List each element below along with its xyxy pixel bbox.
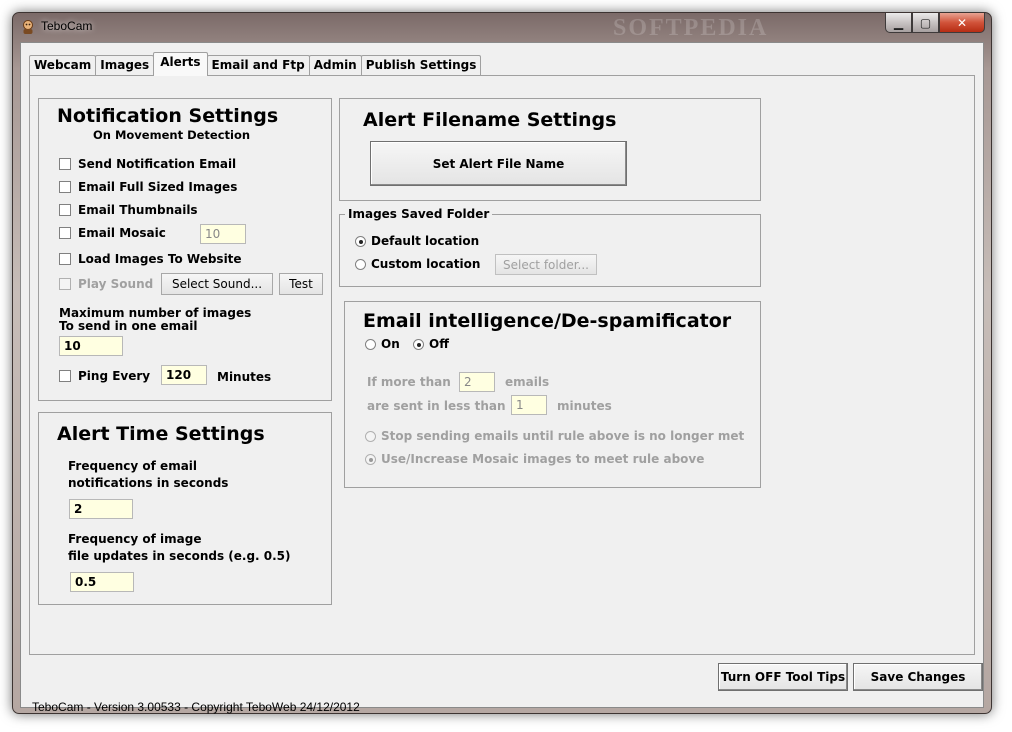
app-window: TeboCam SOFTPEDIA ▁ ▢ ✕ Webcam Images Al… — [12, 12, 992, 714]
if-more-than-label: If more than — [367, 375, 451, 389]
checkbox-box — [59, 370, 71, 382]
email-mosaic-count-input[interactable]: 10 — [200, 224, 246, 244]
maximize-button[interactable]: ▢ — [912, 13, 939, 33]
radio-dot — [365, 338, 376, 350]
send-notification-email-checkbox[interactable]: Send Notification Email — [59, 157, 236, 171]
minimize-icon: ▁ — [893, 15, 904, 30]
tab-images[interactable]: Images — [95, 55, 155, 75]
test-sound-button[interactable]: Test — [279, 273, 323, 295]
max-images-input[interactable]: 10 — [59, 336, 123, 356]
watermark: SOFTPEDIA — [613, 15, 769, 41]
custom-location-label: Custom location — [371, 257, 481, 271]
send-notification-email-label: Send Notification Email — [78, 157, 237, 171]
max-images-label-line-2: To send in one email — [59, 319, 198, 333]
save-changes-button[interactable]: Save Changes — [853, 663, 983, 691]
image-frequency-label-line-2: file updates in seconds (e.g. 0.5) — [68, 549, 291, 563]
minutes-label: minutes — [557, 399, 612, 413]
checkbox-box — [59, 278, 71, 290]
checkbox-box — [59, 253, 71, 265]
alert-time-settings-group: Alert Time Settings Frequency of email n… — [38, 412, 332, 605]
alert-filename-settings-group: Alert Filename Settings Set Alert File N… — [339, 98, 761, 201]
tab-strip: Webcam Images Alerts Email and Ftp Admin… — [29, 52, 482, 76]
ping-interval-input[interactable]: 120 — [161, 365, 207, 385]
radio-dot — [365, 453, 376, 465]
load-images-to-website-label: Load Images To Website — [78, 252, 242, 266]
notification-settings-group: Notification Settings On Movement Detect… — [38, 98, 332, 401]
intelligence-off-radio[interactable]: Off — [413, 337, 449, 351]
email-frequency-label-line-2: notifications in seconds — [68, 476, 229, 490]
default-location-radio[interactable]: Default location — [355, 234, 479, 248]
increase-mosaic-label: Use/Increase Mosaic images to meet rule … — [381, 452, 705, 466]
select-folder-button[interactable]: Select folder... — [495, 254, 597, 275]
notification-subtitle: On Movement Detection — [93, 128, 251, 142]
maximize-icon: ▢ — [919, 15, 932, 30]
play-sound-checkbox[interactable]: Play Sound — [59, 277, 153, 291]
title-bar[interactable]: TeboCam SOFTPEDIA ▁ ▢ ✕ — [13, 13, 991, 41]
alert-time-settings-title: Alert Time Settings — [57, 423, 265, 445]
tab-admin[interactable]: Admin — [308, 55, 362, 75]
custom-location-radio[interactable]: Custom location — [355, 257, 480, 271]
window-controls: ▁ ▢ ✕ — [885, 13, 985, 33]
tab-webcam[interactable]: Webcam — [29, 55, 97, 75]
tab-publish-settings[interactable]: Publish Settings — [360, 55, 482, 75]
less-than-label: are sent in less than — [367, 399, 506, 413]
image-frequency-label-line-1: Frequency of image — [68, 532, 202, 546]
load-images-to-website-checkbox[interactable]: Load Images To Website — [59, 252, 242, 266]
email-intelligence-group: Email intelligence/De-spamificator On Of… — [344, 301, 761, 488]
client-area: Webcam Images Alerts Email and Ftp Admin… — [20, 42, 984, 714]
ping-every-label: Ping Every — [78, 369, 151, 383]
checkbox-box — [59, 181, 71, 193]
stop-sending-radio[interactable]: Stop sending emails until rule above is … — [365, 429, 744, 443]
email-thumbnails-label: Email Thumbnails — [78, 203, 198, 217]
email-frequency-input[interactable]: 2 — [69, 499, 133, 519]
minutes-threshold-input[interactable]: 1 — [511, 395, 547, 415]
alerts-tab-page: Notification Settings On Movement Detect… — [29, 75, 975, 655]
email-count-threshold-input[interactable]: 2 — [459, 372, 495, 392]
intelligence-on-label: On — [381, 337, 400, 351]
intelligence-on-radio[interactable]: On — [365, 337, 400, 351]
ping-every-checkbox[interactable]: Ping Every — [59, 369, 150, 383]
app-icon — [23, 20, 33, 34]
checkbox-box — [59, 227, 71, 239]
radio-dot — [355, 235, 366, 247]
email-full-sized-images-checkbox[interactable]: Email Full Sized Images — [59, 180, 237, 194]
email-intelligence-title: Email intelligence/De-spamificator — [363, 310, 732, 332]
play-sound-label: Play Sound — [78, 277, 154, 291]
email-full-sized-images-label: Email Full Sized Images — [78, 180, 238, 194]
set-alert-file-name-button[interactable]: Set Alert File Name — [370, 141, 627, 186]
checkbox-box — [59, 204, 71, 216]
radio-dot — [355, 258, 366, 270]
checkbox-box — [59, 158, 71, 170]
increase-mosaic-radio[interactable]: Use/Increase Mosaic images to meet rule … — [365, 452, 704, 466]
images-saved-folder-group: Images Saved Folder Default location Cus… — [339, 207, 761, 287]
emails-label: emails — [505, 375, 550, 389]
radio-dot — [365, 430, 376, 442]
images-saved-folder-legend: Images Saved Folder — [345, 207, 493, 221]
close-button[interactable]: ✕ — [939, 13, 985, 33]
email-mosaic-label: Email Mosaic — [78, 226, 166, 240]
intelligence-off-label: Off — [429, 337, 449, 351]
alert-filename-settings-title: Alert Filename Settings — [363, 109, 617, 131]
stop-sending-label: Stop sending emails until rule above is … — [381, 429, 745, 443]
email-thumbnails-checkbox[interactable]: Email Thumbnails — [59, 203, 198, 217]
turn-off-tool-tips-button[interactable]: Turn OFF Tool Tips — [718, 663, 848, 691]
tab-alerts[interactable]: Alerts — [153, 52, 208, 76]
email-frequency-label-line-1: Frequency of email — [68, 459, 198, 473]
minimize-button[interactable]: ▁ — [885, 13, 912, 33]
select-sound-button[interactable]: Select Sound... — [161, 273, 273, 295]
email-mosaic-checkbox[interactable]: Email Mosaic — [59, 226, 166, 240]
default-location-label: Default location — [371, 234, 480, 248]
ping-minutes-label: Minutes — [217, 370, 272, 384]
window-title: TeboCam — [41, 19, 93, 33]
radio-dot — [413, 338, 424, 350]
close-icon: ✕ — [956, 15, 968, 30]
notification-settings-title: Notification Settings — [57, 105, 279, 127]
tab-email-and-ftp[interactable]: Email and Ftp — [206, 55, 310, 75]
status-text: TeboCam - Version 3.00533 - Copyright Te… — [32, 700, 360, 714]
image-frequency-input[interactable]: 0.5 — [70, 572, 134, 592]
